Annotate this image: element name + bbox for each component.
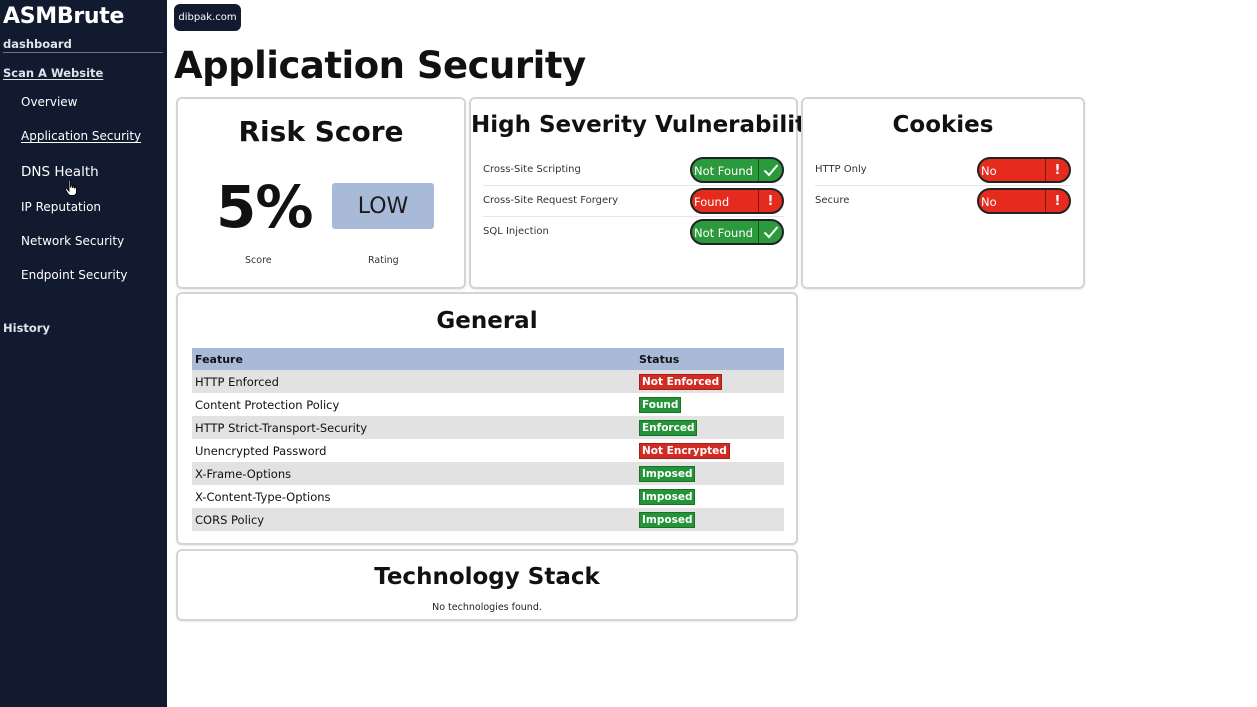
sidebar-item-network-security[interactable]: Network Security: [21, 234, 124, 248]
technology-stack-card: Technology Stack No technologies found.: [176, 549, 798, 621]
domain-chip[interactable]: dibpak.com: [174, 4, 241, 31]
feature-cell: X-Content-Type-Options: [195, 489, 331, 504]
table-row: HTTP Strict-Transport-Security Enforced: [192, 416, 784, 439]
cookie-row-http-only: HTTP Only No !: [815, 155, 1071, 186]
hand-cursor-icon: [64, 179, 77, 196]
sidebar-item-overview[interactable]: Overview: [21, 95, 78, 109]
page-title: Application Security: [174, 44, 586, 87]
vulnerability-card: High Severity Vulnerability Cross-Site S…: [469, 97, 822, 289]
feature-cell: Content Protection Policy: [195, 397, 340, 412]
table-row: CORS Policy Imposed: [192, 508, 784, 531]
status-badge: Imposed: [639, 465, 696, 482]
status-pill: No !: [977, 188, 1071, 214]
checkmark-icon: [758, 221, 782, 243]
sidebar: ASMBrute dashboard Scan A Website Overvi…: [0, 0, 167, 707]
checkmark-icon: [758, 159, 782, 181]
vulnerability-title: High Severity Vulnerability: [471, 112, 822, 138]
table-row: Content Protection Policy Found: [192, 393, 784, 416]
sidebar-item-application-security[interactable]: Application Security: [21, 129, 141, 143]
feature-cell: X-Frame-Options: [192, 462, 636, 485]
cookies-title: Cookies: [892, 112, 994, 138]
column-header-feature: Feature: [192, 348, 636, 370]
general-title: General: [436, 308, 538, 334]
vuln-row-sqli: SQL Injection Not Found: [483, 217, 784, 248]
vuln-label: SQL Injection: [483, 226, 549, 237]
dashboard-label: dashboard: [3, 37, 72, 51]
column-header-status: Status: [636, 348, 784, 370]
sidebar-item-dns-health[interactable]: DNS Health: [21, 164, 99, 180]
status-text: Found: [694, 195, 730, 209]
table-row: Unencrypted Password Not Encrypted: [192, 439, 784, 462]
status-badge: Imposed: [639, 488, 696, 505]
exclamation-icon: !: [1045, 159, 1069, 181]
status-badge: Imposed: [639, 511, 696, 528]
cookie-label: Secure: [815, 195, 850, 206]
feature-cell: Unencrypted Password: [195, 443, 327, 458]
cookies-card: Cookies HTTP Only No ! Secure No !: [801, 97, 1085, 289]
sidebar-item-ip-reputation[interactable]: IP Reputation: [21, 200, 101, 214]
risk-score-card: Risk Score 5% LOW Score Rating: [176, 97, 466, 289]
vuln-label: Cross-Site Scripting: [483, 164, 581, 175]
status-pill: Not Found: [690, 157, 784, 183]
history-link[interactable]: History: [3, 321, 50, 335]
sidebar-divider: [3, 52, 163, 53]
status-pill: Not Found: [690, 219, 784, 245]
cookie-row-secure: Secure No !: [815, 186, 1071, 217]
status-badge: Found: [639, 396, 682, 413]
empty-state-text: No technologies found.: [432, 602, 542, 613]
table-row: HTTP Enforced Not Enforced: [192, 370, 784, 393]
general-card: General Feature Status HTTP Enforced Not…: [176, 292, 798, 545]
feature-cell: HTTP Strict-Transport-Security: [192, 416, 636, 439]
status-pill: No !: [977, 157, 1071, 183]
general-table: Feature Status HTTP Enforced Not Enforce…: [192, 348, 784, 531]
rating-caption: Rating: [368, 255, 399, 266]
vuln-label: Cross-Site Request Forgery: [483, 195, 619, 206]
scan-website-link[interactable]: Scan A Website: [3, 66, 103, 80]
table-row: X-Frame-Options Imposed: [192, 462, 784, 485]
feature-cell: CORS Policy: [192, 508, 636, 531]
risk-score-title: Risk Score: [238, 115, 404, 148]
status-text: No: [981, 195, 997, 209]
brand-logo[interactable]: ASMBrute: [3, 4, 124, 29]
rating-badge: LOW: [332, 183, 434, 229]
score-value: 5%: [216, 173, 313, 241]
status-text: Not Found: [694, 226, 753, 240]
sidebar-item-endpoint-security[interactable]: Endpoint Security: [21, 268, 128, 282]
feature-cell: HTTP Enforced: [192, 370, 636, 393]
technology-stack-title: Technology Stack: [374, 564, 600, 590]
vuln-row-xss: Cross-Site Scripting Not Found: [483, 155, 784, 186]
status-badge: Not Enforced: [639, 373, 723, 390]
table-row: X-Content-Type-Options Imposed: [192, 485, 784, 508]
vuln-row-csrf: Cross-Site Request Forgery Found !: [483, 186, 784, 217]
status-badge: Enforced: [639, 419, 698, 436]
cookie-label: HTTP Only: [815, 164, 867, 175]
score-caption: Score: [245, 255, 272, 266]
status-text: No: [981, 164, 997, 178]
status-pill: Found !: [690, 188, 784, 214]
exclamation-icon: !: [758, 190, 782, 212]
table-header-row: Feature Status: [192, 348, 784, 370]
status-text: Not Found: [694, 164, 753, 178]
exclamation-icon: !: [1045, 190, 1069, 212]
status-badge: Not Encrypted: [639, 442, 730, 459]
